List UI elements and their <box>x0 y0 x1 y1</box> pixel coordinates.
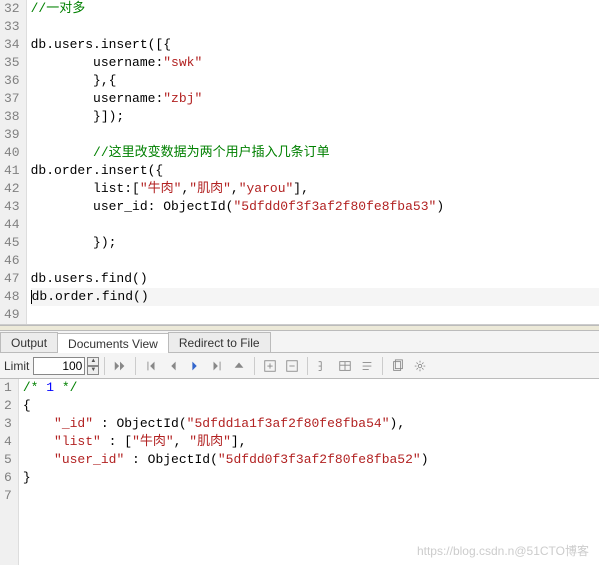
line-number: 2 <box>4 397 12 415</box>
line-number: 35 <box>4 54 20 72</box>
toolbar-separator <box>307 357 308 375</box>
line-number: 5 <box>4 451 12 469</box>
result-line[interactable]: { <box>23 397 599 415</box>
text-view-icon[interactable] <box>357 356 377 376</box>
code-editor[interactable]: 323334353637383940414243444546474849 //一… <box>0 0 599 325</box>
line-number: 40 <box>4 144 20 162</box>
line-number: 3 <box>4 415 12 433</box>
result-tabs: OutputDocuments ViewRedirect to File <box>0 331 599 353</box>
line-number: 38 <box>4 108 20 126</box>
tab-documents-view[interactable]: Documents View <box>57 333 169 353</box>
result-code-area[interactable]: /* 1 */{ "_id" : ObjectId("5dfdd1a1f3af2… <box>19 379 599 565</box>
spinner-up-icon[interactable]: ▲ <box>87 357 99 366</box>
line-number: 36 <box>4 72 20 90</box>
line-number: 46 <box>4 252 20 270</box>
line-number: 4 <box>4 433 12 451</box>
add-row-icon[interactable] <box>260 356 280 376</box>
line-number: 32 <box>4 0 20 18</box>
toolbar-separator <box>135 357 136 375</box>
result-line[interactable]: "user_id" : ObjectId("5dfdd0f3f3af2f80fe… <box>23 451 599 469</box>
last-page-icon[interactable] <box>207 356 227 376</box>
editor-code-area[interactable]: //一对多 db.users.insert([{ username:"swk" }… <box>27 0 599 324</box>
next-page-icon[interactable] <box>185 356 205 376</box>
limit-label: Limit <box>4 359 29 373</box>
code-line[interactable]: }]); <box>31 108 599 126</box>
code-line[interactable]: list:["牛肉","肌肉","yarou"], <box>31 180 599 198</box>
line-number: 1 <box>4 379 12 397</box>
line-number: 33 <box>4 18 20 36</box>
line-number: 48 <box>4 288 20 306</box>
code-line[interactable]: db.users.insert([{ <box>31 36 599 54</box>
result-gutter: 1234567 <box>0 379 19 565</box>
tree-view-icon[interactable] <box>313 356 333 376</box>
spinner-down-icon[interactable]: ▼ <box>87 366 99 375</box>
line-number: 41 <box>4 162 20 180</box>
code-line[interactable]: user_id: ObjectId("5dfdd0f3f3af2f80fe8fb… <box>31 198 599 216</box>
code-line[interactable]: username:"swk" <box>31 54 599 72</box>
tab-redirect-to-file[interactable]: Redirect to File <box>168 332 271 352</box>
result-toolbar: Limit ▲ ▼ <box>0 353 599 379</box>
table-view-icon[interactable] <box>335 356 355 376</box>
settings-gear-icon[interactable] <box>410 356 430 376</box>
up-icon[interactable] <box>229 356 249 376</box>
toolbar-separator <box>382 357 383 375</box>
code-line[interactable] <box>31 18 599 36</box>
toolbar-separator <box>104 357 105 375</box>
limit-input[interactable] <box>33 357 85 375</box>
line-number: 37 <box>4 90 20 108</box>
code-line[interactable]: db.order.find() <box>31 288 599 306</box>
code-line[interactable] <box>31 252 599 270</box>
toolbar-separator <box>254 357 255 375</box>
first-page-icon[interactable] <box>141 356 161 376</box>
line-number: 45 <box>4 234 20 252</box>
code-line[interactable]: //这里改变数据为两个用户插入几条订单 <box>31 144 599 162</box>
code-line[interactable]: //一对多 <box>31 0 599 18</box>
editor-gutter: 323334353637383940414243444546474849 <box>0 0 27 324</box>
line-number: 7 <box>4 487 12 505</box>
result-line[interactable]: "_id" : ObjectId("5dfdd1a1f3af2f80fe8fba… <box>23 415 599 433</box>
prev-page-icon[interactable] <box>163 356 183 376</box>
result-line[interactable]: } <box>23 469 599 487</box>
result-line[interactable]: /* 1 */ <box>23 379 599 397</box>
line-number: 44 <box>4 216 20 234</box>
result-line[interactable] <box>23 487 599 505</box>
fast-forward-icon[interactable] <box>110 356 130 376</box>
copy-icon[interactable] <box>388 356 408 376</box>
line-number: 39 <box>4 126 20 144</box>
code-line[interactable] <box>31 216 599 234</box>
code-line[interactable]: db.users.find() <box>31 270 599 288</box>
line-number: 43 <box>4 198 20 216</box>
delete-row-icon[interactable] <box>282 356 302 376</box>
line-number: 47 <box>4 270 20 288</box>
line-number: 42 <box>4 180 20 198</box>
code-line[interactable]: username:"zbj" <box>31 90 599 108</box>
code-line[interactable] <box>31 126 599 144</box>
line-number: 49 <box>4 306 20 324</box>
result-pane[interactable]: 1234567 /* 1 */{ "_id" : ObjectId("5dfdd… <box>0 379 599 565</box>
line-number: 34 <box>4 36 20 54</box>
code-line[interactable]: }); <box>31 234 599 252</box>
tab-output[interactable]: Output <box>0 332 58 352</box>
line-number: 6 <box>4 469 12 487</box>
code-line[interactable]: },{ <box>31 72 599 90</box>
code-line[interactable] <box>31 306 599 324</box>
result-line[interactable]: "list" : ["牛肉", "肌肉"], <box>23 433 599 451</box>
code-line[interactable]: db.order.insert({ <box>31 162 599 180</box>
limit-spinner[interactable]: ▲ ▼ <box>87 357 99 375</box>
